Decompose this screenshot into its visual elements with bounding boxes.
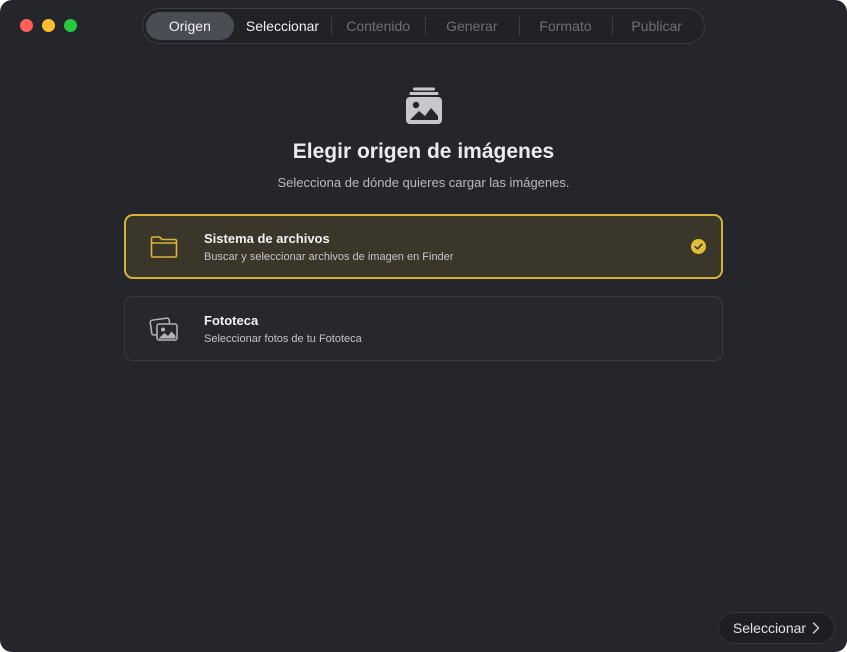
next-button-label: Seleccionar bbox=[732, 620, 807, 636]
minimize-window-button[interactable] bbox=[42, 19, 55, 32]
next-button[interactable]: Seleccionar bbox=[718, 612, 835, 644]
option-file-system[interactable]: Sistema de archivos Buscar y seleccionar… bbox=[124, 214, 723, 279]
window-controls bbox=[20, 19, 77, 32]
folder-icon bbox=[150, 236, 178, 258]
page-subtitle: Selecciona de dónde quieres cargar las i… bbox=[277, 175, 570, 190]
step-contenido: Contenido bbox=[331, 12, 425, 40]
option-title: Sistema de archivos bbox=[204, 231, 330, 246]
close-window-button[interactable] bbox=[20, 19, 33, 32]
step-seleccionar[interactable]: Seleccionar bbox=[234, 12, 332, 40]
option-photo-library[interactable]: Fototeca Seleccionar fotos de tu Fototec… bbox=[124, 296, 723, 361]
photo-stack-icon bbox=[406, 87, 442, 124]
photos-icon bbox=[149, 317, 178, 341]
step-origen[interactable]: Origen bbox=[146, 12, 234, 40]
step-generar: Generar bbox=[424, 12, 519, 40]
step-formato: Formato bbox=[518, 12, 613, 40]
chevron-right-icon bbox=[812, 622, 820, 634]
option-title: Fototeca bbox=[204, 313, 259, 328]
zoom-window-button[interactable] bbox=[64, 19, 77, 32]
step-publicar: Publicar bbox=[612, 12, 701, 40]
checkmark-icon bbox=[691, 239, 706, 254]
app-window: Origen Seleccionar Contenido Generar For… bbox=[0, 0, 847, 652]
step-navigation: Origen Seleccionar Contenido Generar For… bbox=[142, 8, 705, 44]
option-description: Seleccionar fotos de tu Fototeca bbox=[204, 333, 362, 345]
option-description: Buscar y seleccionar archivos de imagen … bbox=[204, 251, 454, 263]
page-title: Elegir origen de imágenes bbox=[292, 140, 555, 163]
